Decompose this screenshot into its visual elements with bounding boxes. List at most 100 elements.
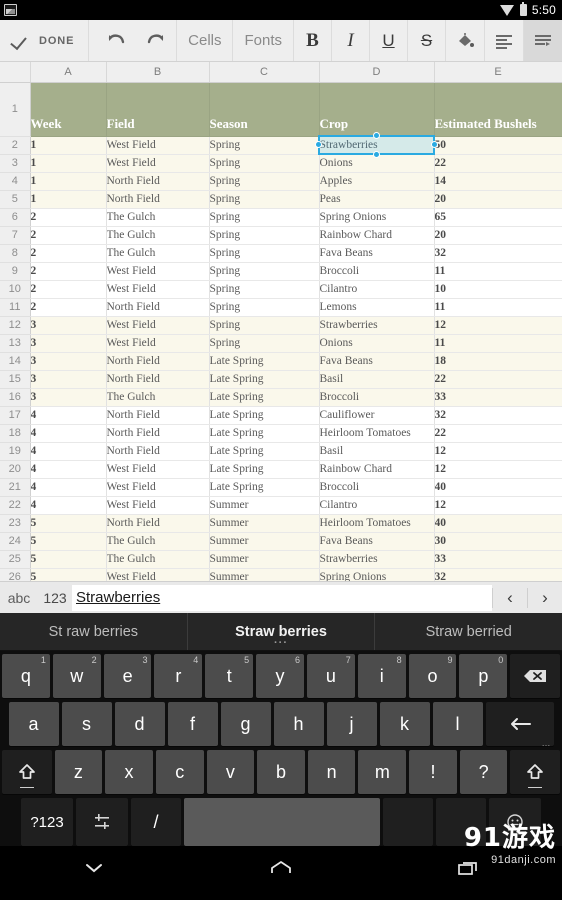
row-header-24[interactable]: 24 xyxy=(0,532,31,551)
cell-d22[interactable]: Cilantro xyxy=(319,496,435,515)
grid-corner[interactable] xyxy=(0,62,31,83)
key-w[interactable]: w xyxy=(52,654,101,698)
abc-mode-button[interactable]: abc xyxy=(0,590,38,606)
cell-b3[interactable]: West Field xyxy=(106,154,210,173)
cell-c4[interactable]: Spring xyxy=(209,172,320,191)
cell-d6[interactable]: Spring Onions xyxy=(319,208,435,227)
key-a[interactable]: a xyxy=(8,702,59,746)
cell-a21[interactable]: 4 xyxy=(30,478,107,497)
cell-c3[interactable]: Spring xyxy=(209,154,320,173)
nav-home-button[interactable] xyxy=(246,860,316,876)
cell-d25[interactable]: Strawberries xyxy=(319,550,435,569)
table-row[interactable]: 21 4 West Field Late Spring Broccoli 40 xyxy=(0,478,562,497)
key-s[interactable]: s xyxy=(61,702,112,746)
key-space[interactable] xyxy=(184,798,380,846)
key-r[interactable]: r xyxy=(154,654,203,698)
cell-c13[interactable]: Spring xyxy=(209,334,320,353)
cell-e24[interactable]: 30 xyxy=(434,532,562,551)
cell-a5[interactable]: 1 xyxy=(30,190,107,209)
key-symbols[interactable]: ?123 xyxy=(21,798,73,846)
suggestion-3[interactable]: Straw berried xyxy=(374,613,562,650)
cell-e9[interactable]: 11 xyxy=(434,262,562,281)
cell-d3[interactable]: Onions xyxy=(319,154,435,173)
suggestion-1[interactable]: St raw berries xyxy=(0,613,187,650)
cell-d16[interactable]: Broccoli xyxy=(319,388,435,407)
cell-e8[interactable]: 32 xyxy=(434,244,562,263)
cell-a16[interactable]: 3 xyxy=(30,388,107,407)
cell-b23[interactable]: North Field xyxy=(106,514,210,533)
key-e[interactable]: e xyxy=(103,654,152,698)
cell-c25[interactable]: Summer xyxy=(209,550,320,569)
cell-d26[interactable]: Spring Onions xyxy=(319,568,435,581)
key-emoji[interactable] xyxy=(489,798,541,846)
cell-b5[interactable]: North Field xyxy=(106,190,210,209)
row-header-13[interactable]: 13 xyxy=(0,334,31,353)
cell-e14[interactable]: 18 xyxy=(434,352,562,371)
cell-d13[interactable]: Onions xyxy=(319,334,435,353)
row-header-10[interactable]: 10 xyxy=(0,280,31,299)
cell-a22[interactable]: 4 xyxy=(30,496,107,515)
key-blank-1[interactable] xyxy=(383,798,433,846)
table-row[interactable]: 4 1 North Field Spring Apples 14 xyxy=(0,172,562,191)
row-header-25[interactable]: 25 xyxy=(0,550,31,569)
cell-c9[interactable]: Spring xyxy=(209,262,320,281)
column-header-c[interactable]: C xyxy=(209,62,320,83)
cell-b10[interactable]: West Field xyxy=(106,280,210,299)
key-g[interactable]: g xyxy=(220,702,271,746)
cell-c6[interactable]: Spring xyxy=(209,208,320,227)
cell-d4[interactable]: Apples xyxy=(319,172,435,191)
cell-d20[interactable]: Rainbow Chard xyxy=(319,460,435,479)
table-row[interactable]: 9 2 West Field Spring Broccoli 11 xyxy=(0,262,562,281)
table-row[interactable]: 22 4 West Field Summer Cilantro 12 xyxy=(0,496,562,515)
row-header-15[interactable]: 15 xyxy=(0,370,31,389)
cell-e11[interactable]: 11 xyxy=(434,298,562,317)
key-backspace[interactable] xyxy=(510,654,561,698)
row-header-4[interactable]: 4 xyxy=(0,172,31,191)
cell-e20[interactable]: 12 xyxy=(434,460,562,479)
key-o[interactable]: o xyxy=(408,654,457,698)
cell-b18[interactable]: North Field xyxy=(106,424,210,443)
cell-a2[interactable]: 1 xyxy=(30,136,107,155)
cell-b19[interactable]: North Field xyxy=(106,442,210,461)
header-cell-b1[interactable]: Field xyxy=(106,82,210,137)
table-row[interactable]: 23 5 North Field Summer Heirloom Tomatoes 40 xyxy=(0,514,562,533)
key-b[interactable]: b xyxy=(257,750,305,794)
cell-b9[interactable]: West Field xyxy=(106,262,210,281)
cell-e16[interactable]: 33 xyxy=(434,388,562,407)
cell-c5[interactable]: Spring xyxy=(209,190,320,209)
column-header-e[interactable]: E xyxy=(434,62,562,83)
table-row[interactable]: 26 5 West Field Summer Spring Onions 32 xyxy=(0,568,562,581)
row-header-20[interactable]: 20 xyxy=(0,460,31,479)
cell-b20[interactable]: West Field xyxy=(106,460,210,479)
key-x[interactable]: x xyxy=(105,750,153,794)
cell-c20[interactable]: Late Spring xyxy=(209,460,320,479)
spreadsheet-grid[interactable]: A B C D E 1 Week Field Season Crop Estimated … xyxy=(0,62,562,581)
cell-d14[interactable]: Fava Beans xyxy=(319,352,435,371)
row-header-17[interactable]: 17 xyxy=(0,406,31,425)
cell-b24[interactable]: The Gulch xyxy=(106,532,210,551)
key-settings[interactable] xyxy=(76,798,128,846)
cell-c12[interactable]: Spring xyxy=(209,316,320,335)
cell-e15[interactable]: 22 xyxy=(434,370,562,389)
cell-b22[interactable]: West Field xyxy=(106,496,210,515)
key-y[interactable]: y xyxy=(256,654,304,698)
table-row[interactable]: 8 2 The Gulch Spring Fava Beans 32 xyxy=(0,244,562,263)
row-header-16[interactable]: 16 xyxy=(0,388,31,407)
cell-b11[interactable]: North Field xyxy=(106,298,210,317)
row-header-7[interactable]: 7 xyxy=(0,226,31,245)
done-button[interactable]: DONE xyxy=(0,20,90,61)
key-v[interactable]: v xyxy=(206,750,255,794)
cell-e5[interactable]: 20 xyxy=(434,190,562,209)
cell-a25[interactable]: 5 xyxy=(30,550,107,569)
table-row[interactable]: 19 4 North Field Late Spring Basil 12 xyxy=(0,442,562,461)
cell-a15[interactable]: 3 xyxy=(30,370,107,389)
cell-c22[interactable]: Summer xyxy=(209,496,320,515)
row-header-5[interactable]: 5 xyxy=(0,190,31,209)
cell-a8[interactable]: 2 xyxy=(30,244,107,263)
row-header-1[interactable]: 1 xyxy=(0,82,31,137)
cell-e6[interactable]: 65 xyxy=(434,208,562,227)
cell-c11[interactable]: Spring xyxy=(209,298,320,317)
cell-d18[interactable]: Heirloom Tomatoes xyxy=(319,424,435,443)
cell-b4[interactable]: North Field xyxy=(106,172,210,191)
cell-e10[interactable]: 10 xyxy=(434,280,562,299)
